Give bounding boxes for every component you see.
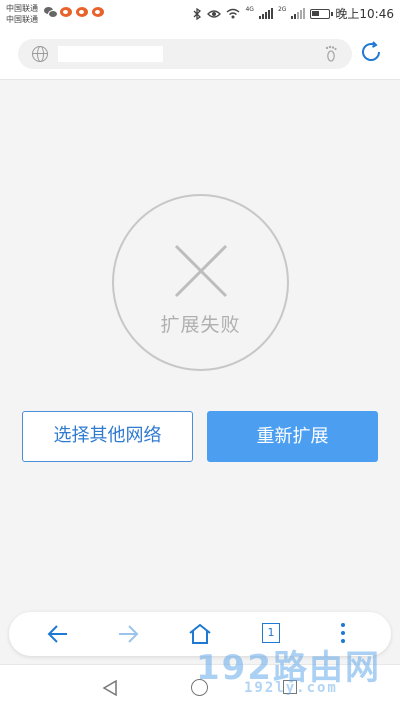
status-bar: 中国联通 中国联通 4G 2G 晚上10:46 <box>0 0 400 28</box>
globe-icon <box>32 46 48 62</box>
wechat-icon <box>44 7 58 18</box>
network-type-2: 2G <box>277 6 287 13</box>
failure-message: 扩展失败 <box>160 314 241 336</box>
eye-icon <box>207 9 222 18</box>
carrier-info: 中国联通 中国联通 <box>6 3 38 25</box>
nav-back-icon[interactable] <box>102 679 118 697</box>
notification-icons <box>44 7 104 18</box>
signal-icon <box>291 8 306 19</box>
bluetooth-icon <box>194 7 202 20</box>
choose-other-network-button[interactable]: 选择其他网络 <box>22 411 193 462</box>
back-arrow-icon[interactable] <box>46 622 70 646</box>
watermark-url: 192ly.com <box>244 680 338 696</box>
carrier-1: 中国联通 <box>6 4 38 13</box>
signal-icon <box>258 8 273 19</box>
battery-icon <box>310 8 334 19</box>
weibo-icon <box>92 7 104 17</box>
forward-arrow-icon[interactable] <box>116 622 140 646</box>
carrier-2: 中国联通 <box>6 15 38 24</box>
footprint-icon[interactable] <box>324 45 340 63</box>
failure-indicator: 扩展失败 <box>112 194 289 371</box>
clock: 晚上10:46 <box>335 7 394 21</box>
retry-extend-button[interactable]: 重新扩展 <box>207 411 378 462</box>
url-input[interactable] <box>18 39 352 69</box>
url-text <box>58 46 163 62</box>
network-type-1: 4G <box>245 6 254 13</box>
address-bar-area <box>0 28 400 80</box>
system-status: 4G 2G 晚上10:46 <box>192 5 394 22</box>
refresh-icon[interactable] <box>360 41 382 63</box>
close-icon <box>174 244 228 298</box>
weibo-icon <box>60 7 72 17</box>
wifi-icon <box>227 8 240 19</box>
weibo-icon <box>76 7 88 17</box>
